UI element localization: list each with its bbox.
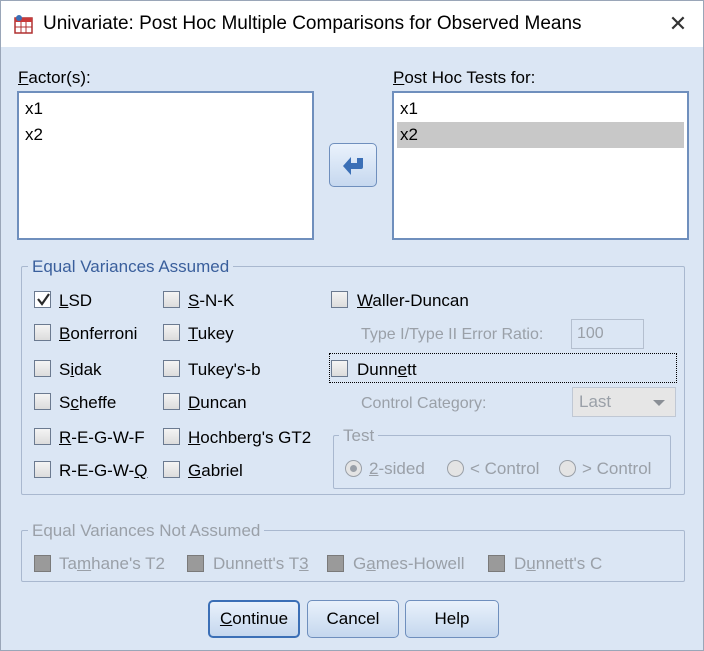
two-sided-radio[interactable]	[345, 460, 362, 477]
list-item[interactable]: x1	[394, 96, 687, 122]
control-category-value: Last	[579, 392, 612, 411]
dialog-window: Univariate: Post Hoc Multiple Comparison…	[0, 0, 704, 651]
lsd-checkbox[interactable]	[34, 291, 51, 308]
posthoc-list[interactable]: x1 x2	[392, 91, 689, 240]
bonferroni-label: Bonferroni	[59, 324, 138, 343]
duncan-label: Duncan	[188, 393, 247, 412]
two-sided-label: 2-sided	[369, 459, 425, 478]
tamhane-checkbox[interactable]	[34, 555, 51, 572]
error-ratio-label: Type I/Type II Error Ratio:	[361, 326, 544, 343]
list-item[interactable]: x1	[19, 96, 312, 122]
tukey-label: Tukey	[188, 324, 234, 343]
waller-duncan-checkbox[interactable]	[331, 291, 348, 308]
scheffe-checkbox[interactable]	[34, 393, 51, 410]
help-button[interactable]: Help	[405, 600, 499, 638]
gt-control-label: > Control	[582, 459, 652, 478]
equal-variances-title: Equal Variances Assumed	[28, 257, 234, 277]
tukeys-b-checkbox[interactable]	[163, 360, 180, 377]
checkmark-icon	[37, 293, 50, 306]
games-howell-label: Games-Howell	[353, 554, 465, 573]
move-arrow-button[interactable]	[329, 143, 377, 187]
lt-control-label: < Control	[470, 459, 540, 478]
dunnett-checkbox[interactable]	[331, 360, 348, 377]
snk-checkbox[interactable]	[163, 291, 180, 308]
hochberg-checkbox[interactable]	[163, 428, 180, 445]
dunnett-t3-label: Dunnett's T3	[213, 554, 309, 573]
factors-list[interactable]: x1 x2	[17, 91, 314, 240]
arrow-left-icon	[343, 157, 363, 175]
sidak-label: Sidak	[59, 360, 102, 379]
regwq-label: R-E-G-W-Q	[59, 461, 148, 480]
dunnett-label: Dunnett	[357, 360, 417, 379]
list-item-selected[interactable]: x2	[397, 122, 684, 148]
bonferroni-checkbox[interactable]	[34, 324, 51, 341]
sidak-checkbox[interactable]	[34, 360, 51, 377]
duncan-checkbox[interactable]	[163, 393, 180, 410]
app-icon	[14, 15, 33, 34]
regwf-label: R-E-G-W-F	[59, 428, 145, 447]
control-category-label: Control Category:	[361, 395, 487, 412]
tukeys-b-label: Tukey's-b	[188, 360, 261, 379]
tamhane-label: Tamhane's T2	[59, 554, 165, 573]
dunnett-c-checkbox[interactable]	[488, 555, 505, 572]
unequal-variances-title: Equal Variances Not Assumed	[28, 521, 265, 541]
factors-label: Factor(s):	[18, 68, 91, 87]
error-ratio-input[interactable]: 100	[571, 319, 644, 349]
dunnett-t3-checkbox[interactable]	[187, 555, 204, 572]
control-category-select[interactable]: Last	[572, 387, 676, 417]
cancel-button[interactable]: Cancel	[307, 600, 399, 638]
gt-control-radio[interactable]	[559, 460, 576, 477]
lt-control-radio[interactable]	[447, 460, 464, 477]
snk-label: S-N-K	[188, 291, 235, 310]
scheffe-label: Scheffe	[59, 393, 117, 412]
posthoc-label: Post Hoc Tests for:	[393, 68, 536, 87]
list-item[interactable]: x2	[19, 122, 312, 148]
hochberg-label: Hochberg's GT2	[188, 428, 312, 447]
games-howell-checkbox[interactable]	[327, 555, 344, 572]
close-icon[interactable]: ✕	[667, 13, 689, 35]
test-group-title: Test	[339, 426, 379, 446]
gabriel-label: Gabriel	[188, 461, 243, 480]
waller-duncan-label: Waller-Duncan	[357, 291, 469, 310]
regwq-checkbox[interactable]	[34, 461, 51, 478]
dunnett-c-label: Dunnett's C	[514, 554, 603, 573]
gabriel-checkbox[interactable]	[163, 461, 180, 478]
tukey-checkbox[interactable]	[163, 324, 180, 341]
regwf-checkbox[interactable]	[34, 428, 51, 445]
chevron-down-icon	[653, 400, 665, 406]
lsd-label: LSD	[59, 291, 93, 310]
title-bar: Univariate: Post Hoc Multiple Comparison…	[1, 1, 703, 47]
continue-button[interactable]: Continue	[208, 600, 300, 638]
window-title: Univariate: Post Hoc Multiple Comparison…	[43, 13, 582, 34]
